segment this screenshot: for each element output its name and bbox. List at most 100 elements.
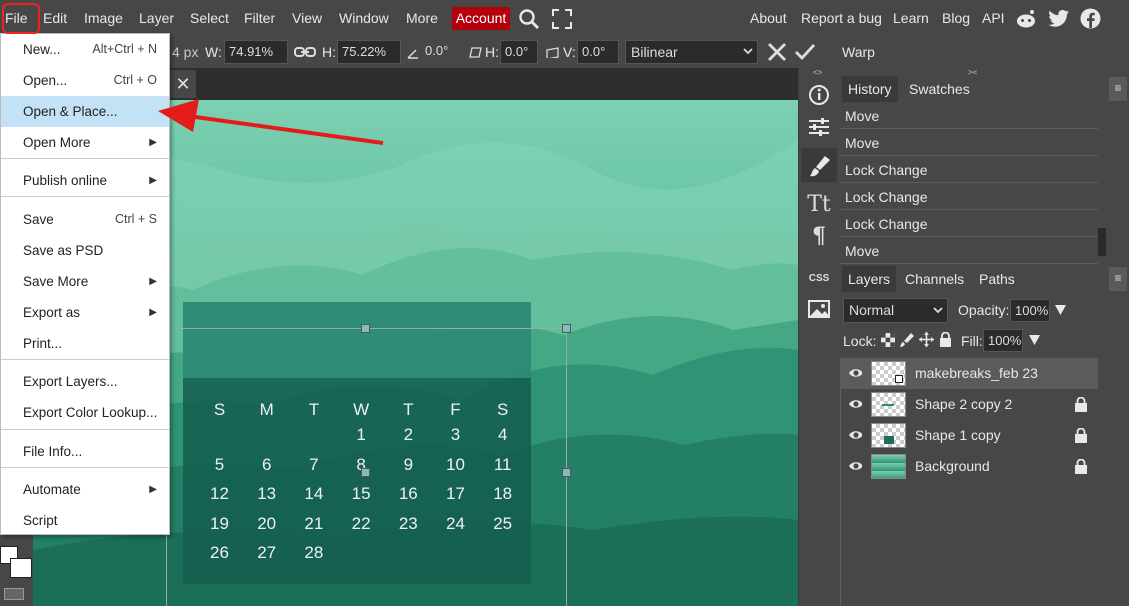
layer-row[interactable]: Shape 1 copy — [840, 420, 1098, 451]
warp-button[interactable]: Warp — [842, 36, 875, 68]
menu-item-export-color-lookup[interactable]: Export Color Lookup... — [1, 397, 169, 428]
facebook-icon[interactable] — [1080, 8, 1101, 29]
lock-all-icon[interactable] — [939, 332, 952, 347]
menu-item-export-layers[interactable]: Export Layers... — [1, 366, 169, 397]
lock-transparency-icon[interactable] — [881, 333, 895, 347]
cancel-transform-icon[interactable] — [767, 42, 787, 62]
layer-lock-icon[interactable] — [1074, 397, 1088, 412]
character-panel-icon[interactable]: Tt — [803, 190, 835, 220]
menu-item-new[interactable]: New... Alt+Ctrl + N — [1, 34, 169, 65]
visibility-eye-icon[interactable] — [848, 397, 862, 411]
skew-h-icon — [469, 47, 482, 58]
tab-history[interactable]: History — [842, 76, 898, 102]
menu-more[interactable]: More — [406, 0, 438, 36]
menu-item-label: Export Color Lookup... — [23, 405, 158, 420]
layers-menu-icon[interactable]: ≡ — [1109, 267, 1127, 291]
visibility-eye-icon[interactable] — [848, 459, 862, 473]
reddit-icon[interactable] — [1015, 8, 1037, 30]
layer-name: makebreaks_feb 23 — [915, 365, 1038, 381]
css-panel-icon[interactable]: CSS — [803, 264, 835, 294]
menu-layer[interactable]: Layer — [139, 0, 174, 36]
image-panel-icon[interactable] — [803, 294, 835, 324]
lock-position-icon[interactable] — [919, 332, 934, 347]
history-scrollbar[interactable] — [1098, 228, 1106, 256]
history-entry[interactable]: Lock Change — [840, 157, 1098, 183]
menu-item-open[interactable]: Open... Ctrl + O — [1, 65, 169, 96]
history-entry[interactable]: Move — [840, 103, 1098, 129]
menu-item-print[interactable]: Print... — [1, 328, 169, 359]
menu-item-script[interactable]: Script — [1, 505, 169, 536]
menu-image[interactable]: Image — [84, 0, 123, 36]
menu-item-open-more[interactable]: Open More ▶ — [1, 127, 169, 158]
angle-input[interactable]: 0.0° — [421, 40, 461, 64]
opacity-label: Opacity: — [958, 302, 1010, 318]
layer-row[interactable]: Background — [840, 451, 1098, 482]
history-entry[interactable]: Lock Change — [840, 211, 1098, 237]
paragraph-panel-icon[interactable]: ¶ — [803, 221, 835, 251]
visibility-eye-icon[interactable] — [848, 428, 862, 442]
menu-edit[interactable]: Edit — [43, 0, 67, 36]
skew-v-input[interactable]: 0.0° — [577, 40, 619, 64]
keyboard-icon[interactable] — [4, 588, 24, 600]
calendar-day: 24 — [446, 513, 465, 533]
menu-window[interactable]: Window — [339, 0, 389, 36]
transform-handle-top[interactable] — [361, 324, 370, 333]
blend-mode-select[interactable]: Normal — [843, 298, 948, 323]
history-entry[interactable]: Move — [840, 238, 1098, 264]
link-proportions-icon[interactable] — [294, 46, 316, 58]
skew-h-input[interactable]: 0.0° — [500, 40, 538, 64]
account-button[interactable]: Account — [452, 7, 510, 30]
menu-filter[interactable]: Filter — [244, 0, 275, 36]
layer-row[interactable]: Shape 2 copy 2 — [840, 389, 1098, 420]
background-color-swatch[interactable] — [10, 558, 32, 578]
adjustments-icon[interactable] — [803, 112, 835, 142]
menu-select[interactable]: Select — [190, 0, 229, 36]
link-about[interactable]: About — [750, 0, 787, 36]
layer-row[interactable]: makebreaks_feb 23 — [840, 358, 1098, 389]
brush-icon[interactable] — [803, 151, 835, 181]
menu-item-open-and-place[interactable]: Open & Place... — [1, 96, 169, 127]
fullscreen-icon[interactable] — [552, 9, 572, 29]
menu-view[interactable]: View — [292, 0, 322, 36]
fill-input[interactable]: 100% — [983, 329, 1023, 352]
transform-center-handle[interactable] — [361, 468, 370, 477]
transform-handle-top-right[interactable] — [562, 324, 571, 333]
opacity-input[interactable]: 100% — [1010, 299, 1050, 322]
menu-item-automate[interactable]: Automate ▶ — [1, 474, 169, 505]
link-blog[interactable]: Blog — [942, 0, 970, 36]
menu-item-file-info[interactable]: File Info... — [1, 436, 169, 467]
tab-swatches[interactable]: Swatches — [903, 76, 976, 102]
menu-item-label: Print... — [23, 336, 63, 351]
tab-paths[interactable]: Paths — [973, 266, 1021, 292]
history-entry[interactable]: Lock Change — [840, 184, 1098, 210]
transform-handle-right[interactable] — [562, 468, 571, 477]
layer-lock-icon[interactable] — [1074, 459, 1088, 474]
right-panels: >< History Swatches ≡ Layers Channels Pa… — [840, 68, 1129, 606]
menu-item-save-as-psd[interactable]: Save as PSD — [1, 235, 169, 266]
close-document-icon[interactable]: ✕ — [170, 70, 196, 98]
link-api[interactable]: API — [982, 0, 1005, 36]
width-input[interactable]: 74.91% — [224, 40, 288, 64]
opacity-dropdown-icon[interactable] — [1055, 305, 1066, 315]
menu-item-save-more[interactable]: Save More ▶ — [1, 266, 169, 297]
tab-channels[interactable]: Channels — [899, 266, 970, 292]
collapse-arrows-icon[interactable]: <> — [813, 68, 822, 77]
interpolation-select[interactable]: Bilinear — [625, 40, 758, 64]
info-icon[interactable] — [803, 80, 835, 110]
menu-item-publish-online[interactable]: Publish online ▶ — [1, 165, 169, 196]
link-learn[interactable]: Learn — [893, 0, 929, 36]
twitter-icon[interactable] — [1048, 9, 1070, 28]
menu-item-export-as[interactable]: Export as ▶ — [1, 297, 169, 328]
tab-layers[interactable]: Layers — [842, 266, 897, 292]
commit-transform-icon[interactable] — [794, 43, 816, 61]
lock-pixels-brush-icon[interactable] — [900, 332, 915, 347]
height-input[interactable]: 75.22% — [337, 40, 401, 64]
menu-item-save[interactable]: Save Ctrl + S — [1, 204, 169, 235]
link-report-bug[interactable]: Report a bug — [801, 0, 882, 36]
layer-lock-icon[interactable] — [1074, 428, 1088, 443]
search-icon[interactable] — [518, 8, 540, 30]
history-entry[interactable]: Move — [840, 130, 1098, 156]
visibility-eye-icon[interactable] — [848, 366, 862, 380]
history-menu-icon[interactable]: ≡ — [1109, 77, 1127, 101]
fill-dropdown-icon[interactable] — [1029, 335, 1040, 345]
